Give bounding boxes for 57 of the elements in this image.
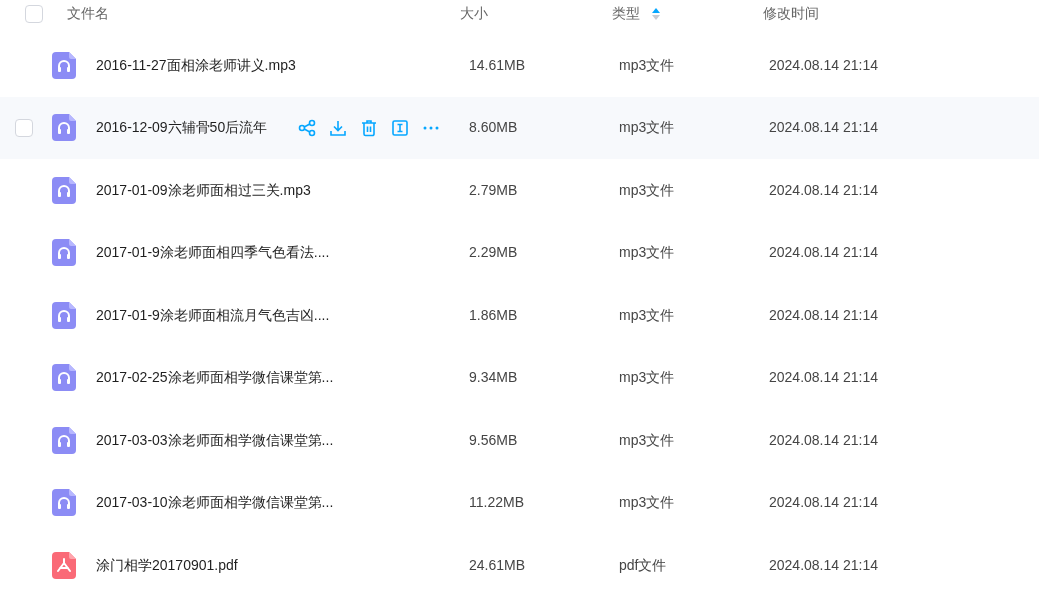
column-header[interactable]: 类型 — [612, 3, 640, 24]
audio-file-icon — [52, 301, 76, 329]
file-type: mp3文件 — [619, 494, 675, 511]
checkbox[interactable] — [25, 4, 43, 23]
file-row[interactable]: 2016-12-09六辅骨50后流年 8.60MB mp3文件 2024.08.14 21:14 — [0, 96, 1039, 159]
file-name[interactable]: 2016-12-09六辅骨50后流年 — [96, 117, 294, 139]
file-name[interactable]: 2017-01-09涂老师面相过三关.mp3 — [96, 179, 311, 201]
file-size: 8.60MB — [469, 119, 518, 136]
modified-time: 2024.08.14 21:14 — [769, 369, 878, 386]
modified-time: 2024.08.14 21:14 — [769, 494, 878, 511]
column-header: 文件名 — [67, 4, 109, 23]
modified-time: 2024.08.14 21:14 — [769, 306, 878, 323]
audio-file-icon — [52, 489, 76, 517]
file-type: mp3文件 — [619, 181, 675, 198]
rename-icon[interactable] — [391, 118, 409, 137]
modified-time: 2024.08.14 21:14 — [769, 56, 878, 73]
audio-file-icon — [52, 51, 76, 79]
share-icon[interactable] — [298, 118, 316, 137]
column-header: 大小 — [460, 4, 488, 23]
file-name[interactable]: 2016-11-27面相涂老师讲义.mp3 — [96, 54, 296, 76]
file-size: 24.61MB — [469, 556, 526, 573]
audio-file-icon — [52, 364, 76, 392]
file-name[interactable]: 涂门相学20170901.pdf — [96, 554, 238, 576]
file-size: 2.79MB — [469, 181, 518, 198]
sort-icon[interactable] — [652, 6, 660, 21]
modified-time: 2024.08.14 21:14 — [769, 244, 878, 261]
delete-icon[interactable] — [360, 118, 378, 137]
file-name[interactable]: 2017-01-9涂老师面相四季气色看法.... — [96, 242, 330, 264]
audio-file-icon — [52, 239, 76, 267]
file-size: 9.56MB — [469, 431, 518, 448]
file-name[interactable]: 2017-01-9涂老师面相流月气色吉凶.... — [96, 304, 330, 326]
file-name[interactable]: 2017-03-10涂老师面相学微信课堂第... — [96, 492, 334, 514]
modified-time: 2024.08.14 21:14 — [769, 431, 878, 448]
column-header: 修改时间 — [763, 4, 819, 23]
file-type: pdf文件 — [619, 556, 667, 573]
audio-file-icon — [52, 176, 76, 204]
file-name[interactable]: 2017-02-25涂老师面相学微信课堂第... — [96, 367, 334, 389]
file-type: mp3文件 — [619, 369, 675, 386]
download-icon[interactable] — [329, 118, 347, 137]
file-type: mp3文件 — [619, 119, 675, 136]
file-type: mp3文件 — [619, 431, 675, 448]
pdf-file-icon — [52, 551, 76, 579]
file-type: mp3文件 — [619, 306, 675, 323]
audio-file-icon — [52, 114, 76, 142]
modified-time: 2024.08.14 21:14 — [769, 556, 878, 573]
file-type: mp3文件 — [619, 244, 675, 261]
modified-time: 2024.08.14 21:14 — [769, 119, 878, 136]
file-size: 11.22MB — [469, 494, 524, 511]
checkbox[interactable] — [15, 118, 33, 137]
file-size: 2.29MB — [469, 244, 518, 261]
file-name[interactable]: 2017-03-03涂老师面相学微信课堂第... — [96, 429, 334, 451]
modified-time: 2024.08.14 21:14 — [769, 181, 878, 198]
file-type: mp3文件 — [619, 56, 675, 73]
file-size: 14.61MB — [469, 56, 526, 73]
file-size: 9.34MB — [469, 369, 518, 386]
audio-file-icon — [52, 426, 76, 454]
file-size: 1.86MB — [469, 306, 518, 323]
